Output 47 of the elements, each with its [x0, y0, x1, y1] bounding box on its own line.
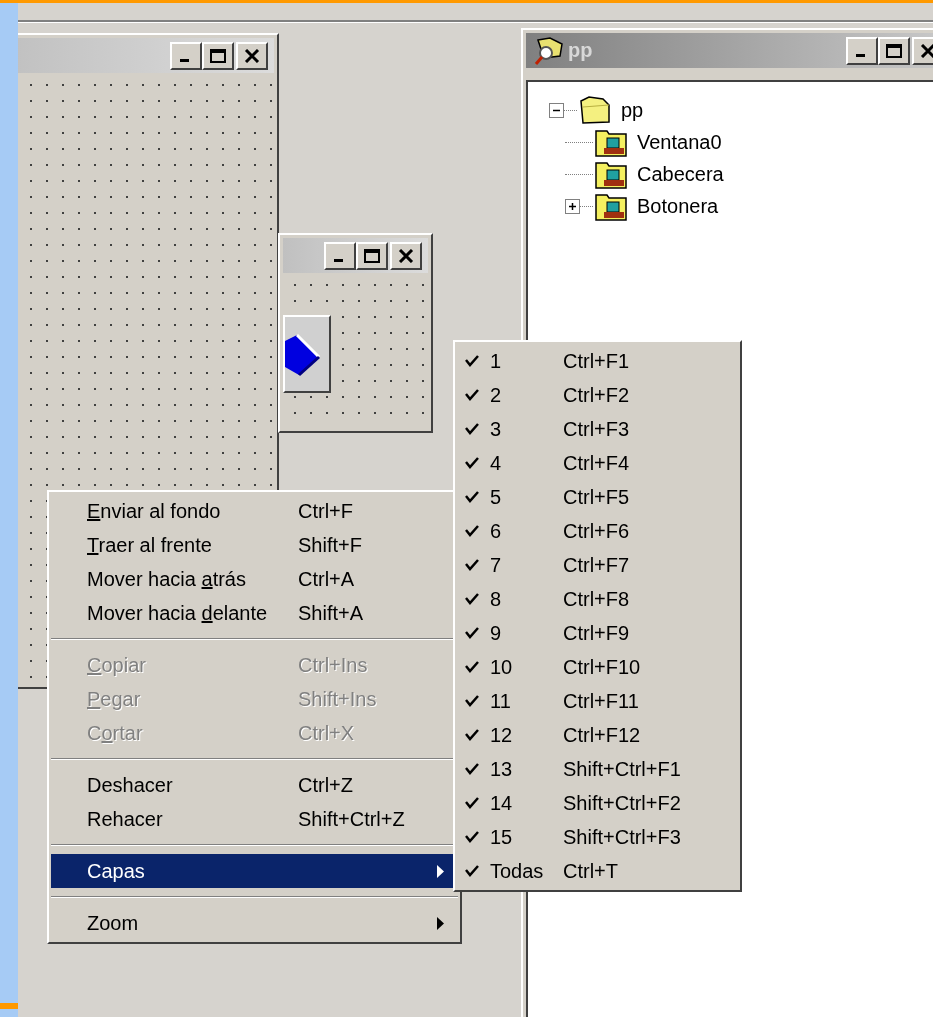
shortcut-label: Ctrl+F7: [563, 553, 630, 577]
shortcut-label: Ctrl+F9: [563, 621, 630, 645]
shortcut-label: Ctrl+F8: [563, 587, 630, 611]
menu-item[interactable]: 14 Shift+Ctrl+F2: [457, 786, 738, 820]
shortcut-label: Ctrl+F11: [563, 689, 639, 713]
tree-item[interactable]: pp: [621, 98, 644, 122]
shortcut-label: Shift+Ctrl+F3: [563, 825, 681, 849]
window-title: pp: [568, 39, 593, 62]
shortcut-label: Shift+Ins: [298, 687, 377, 711]
menu-item[interactable]: 9 Ctrl+F9: [457, 616, 738, 650]
menu-item[interactable]: 2 Ctrl+F2: [457, 378, 738, 412]
shortcut-label: Ctrl+T: [563, 859, 618, 883]
tree-item[interactable]: Ventana0: [637, 130, 722, 154]
menu-item[interactable]: 15 Shift+Ctrl+F3: [457, 820, 738, 854]
tree-item[interactable]: Botonera: [637, 194, 719, 218]
shortcut-label: Ctrl+F12: [563, 723, 641, 747]
shortcut-label: Ctrl+X: [298, 721, 355, 745]
shortcut-label: Ctrl+F3: [563, 417, 630, 441]
menu-item[interactable]: 8 Ctrl+F8: [457, 582, 738, 616]
tree-item[interactable]: Cabecera: [637, 162, 724, 186]
shortcut-label: Shift+Ctrl+F2: [563, 791, 681, 815]
shortcut-label: Ctrl+F1: [563, 349, 630, 373]
submenu-item[interactable]: Zoom: [51, 906, 458, 940]
menu-item[interactable]: 4 Ctrl+F4: [457, 446, 738, 480]
shortcut-label: Shift+Ctrl+F1: [563, 757, 681, 781]
menu-item[interactable]: 11 Ctrl+F11: [457, 684, 738, 718]
shortcut-label: Ctrl+F: [298, 499, 353, 523]
menu-item[interactable]: 5 Ctrl+F5: [457, 480, 738, 514]
menu-item[interactable]: 10 Ctrl+F10: [457, 650, 738, 684]
shortcut-label: Ctrl+Ins: [298, 653, 368, 677]
shortcut-label: Ctrl+F10: [563, 655, 641, 679]
shortcut-label: Ctrl+Z: [298, 773, 353, 797]
shortcut-label: Ctrl+F4: [563, 451, 630, 475]
menu-item[interactable]: 6 Ctrl+F6: [457, 514, 738, 548]
menu-item[interactable]: 13 Shift+Ctrl+F1: [457, 752, 738, 786]
shortcut-label: Shift+Ctrl+Z: [298, 807, 405, 831]
shortcut-label: Shift+F: [298, 533, 362, 557]
menu-item[interactable]: 1 Ctrl+F1: [457, 344, 738, 378]
shortcut-label: Ctrl+F2: [563, 383, 630, 407]
menu-item[interactable]: 12 Ctrl+F12: [457, 718, 738, 752]
menu-item[interactable]: 3 Ctrl+F3: [457, 412, 738, 446]
shortcut-label: Shift+A: [298, 601, 364, 625]
menu-item[interactable]: Todas Ctrl+T: [457, 854, 738, 888]
menu-item[interactable]: 7 Ctrl+F7: [457, 548, 738, 582]
shortcut-label: Ctrl+F5: [563, 485, 630, 509]
shortcut-label: Ctrl+F6: [563, 519, 630, 543]
shortcut-label: Ctrl+A: [298, 567, 355, 591]
